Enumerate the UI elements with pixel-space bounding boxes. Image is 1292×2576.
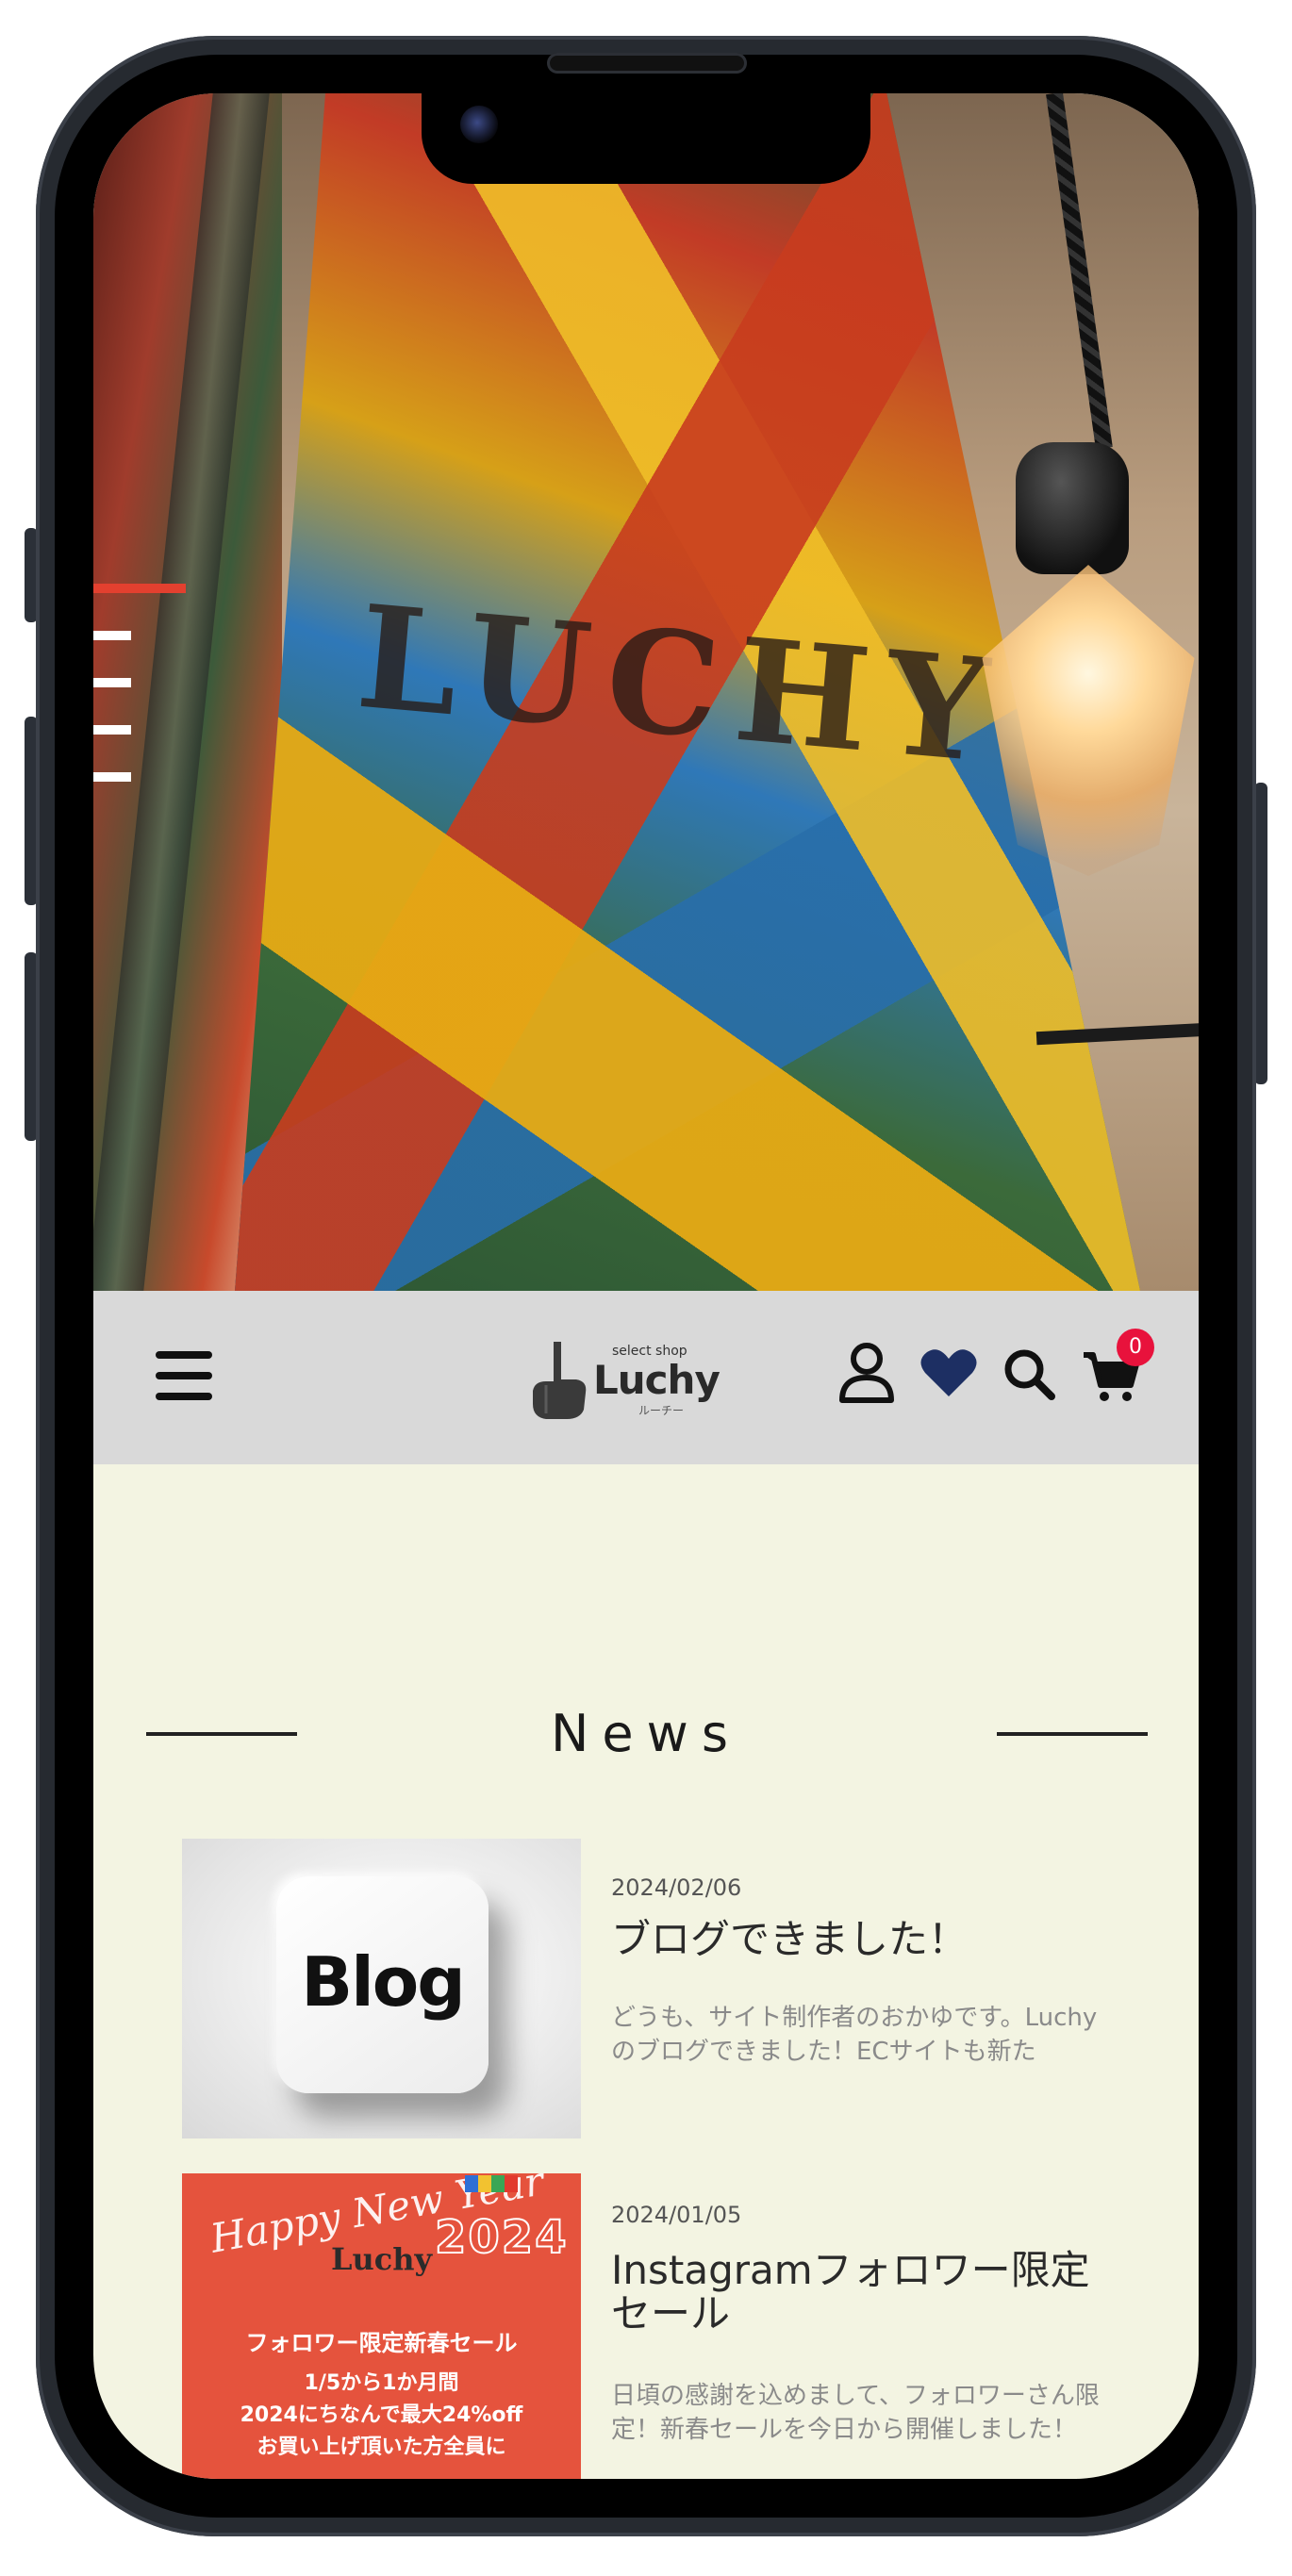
article-date: 2024/02/06 (611, 1874, 742, 1901)
thumbnail-label: Blog (301, 1942, 466, 2022)
article-excerpt: 日頃の感謝を込めまして、フォロワーさん限定！新春セールを今日から開催しました！ (611, 2382, 1100, 2444)
cart-count-badge: 0 (1117, 1329, 1154, 1366)
lamp-cord (1046, 93, 1113, 450)
hand-logo-icon (533, 1342, 587, 1419)
logo-kana: ルーチー (638, 1404, 685, 1417)
front-camera (460, 106, 498, 143)
article-title[interactable]: ブログできました！ (611, 1918, 968, 1961)
user-icon[interactable] (838, 1342, 895, 1404)
news-article[interactable]: Happy New Year 2024 Luchy フォロワー限定新春セール 1… (182, 2173, 1125, 2479)
thumbnail-headline: フォロワー限定新春セール (245, 2330, 518, 2356)
news-heading-rule-right (997, 1732, 1148, 1736)
power-button (1254, 783, 1267, 1084)
site-header: select shop Luchy ルーチー 0 (93, 1291, 1199, 1464)
ribbon-icon (465, 2175, 518, 2192)
thumbnail-discount: 2024にちなんで最大24%off (240, 2403, 523, 2427)
lamp-socket (1016, 442, 1129, 574)
hero-side-line (93, 678, 131, 687)
phone-speaker (547, 53, 747, 74)
search-icon[interactable] (1002, 1347, 1055, 1400)
menu-icon[interactable] (156, 1347, 212, 1404)
heart-icon[interactable] (919, 1347, 978, 1398)
article-thumbnail[interactable]: Happy New Year 2024 Luchy フォロワー限定新春セール 1… (182, 2173, 581, 2479)
news-article[interactable]: Blog 2024/02/06 ブログできました！ どうも、サイト制作者のおかゆ… (182, 1839, 1125, 2138)
thumbnail-logo: Luchy (330, 2241, 433, 2277)
hero-side-line (93, 631, 131, 640)
logo-wordmark: Luchy (593, 1357, 721, 1403)
article-thumbnail[interactable]: Blog (182, 1839, 581, 2138)
hero-side-line (93, 725, 131, 735)
site-logo[interactable]: select shop Luchy ルーチー (527, 1329, 721, 1432)
phone-screen: LUCHY select shop Luchy ルーチー 0 News Blog… (93, 93, 1199, 2479)
thumbnail-gift: お買い上げ頂いた方全員に (257, 2436, 506, 2459)
article-title[interactable]: Instagramフォロワー限定セール (611, 2249, 1120, 2336)
article-date: 2024/01/05 (611, 2202, 742, 2228)
news-heading: News (93, 1696, 1199, 1772)
blog-key-graphic: Blog (276, 1876, 489, 2093)
hero-side-line (93, 772, 131, 782)
article-excerpt: どうも、サイト制作者のおかゆです。Luchyのブログできました！ECサイトも新た (611, 2004, 1098, 2066)
thumbnail-period: 1/5から1か月間 (304, 2371, 459, 2395)
hero-red-accent (93, 584, 186, 593)
hero-image: LUCHY (93, 93, 1199, 1291)
